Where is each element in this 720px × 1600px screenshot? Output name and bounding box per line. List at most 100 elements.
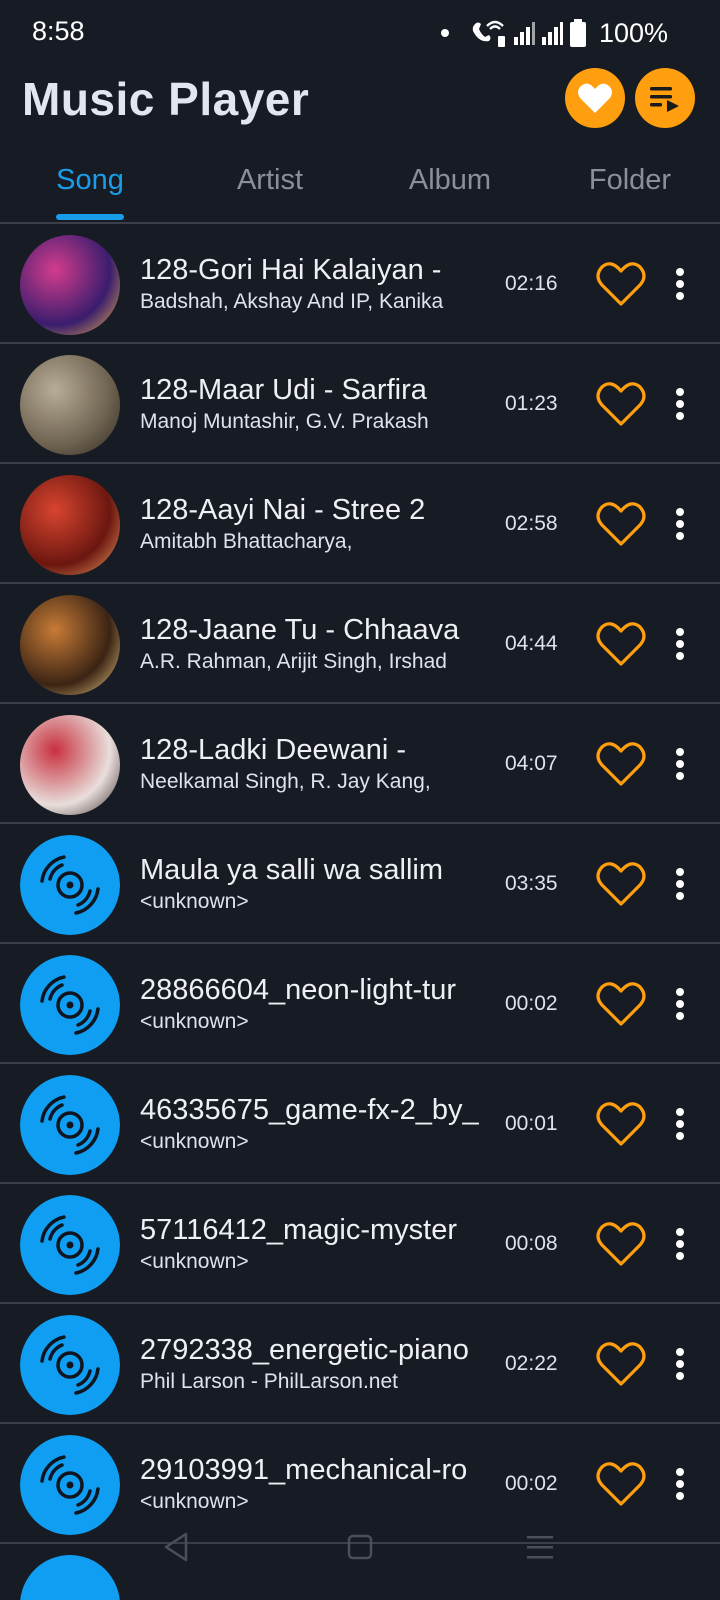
heart-outline-icon[interactable] <box>595 1460 647 1508</box>
recents-icon[interactable] <box>524 1530 556 1564</box>
song-duration: 01:23 <box>505 392 558 415</box>
signal-icon <box>513 22 535 45</box>
song-artist: Badshah, Akshay And IP, Kanika <box>140 290 444 313</box>
song-row[interactable]: 128-Ladki Deewani - Neelkamal Singh, R. J… <box>0 704 720 824</box>
heart-outline-icon[interactable] <box>595 1340 647 1388</box>
tab-artist[interactable]: Artist <box>180 158 360 220</box>
song-title: 128-Jaane Tu - Chhaava <box>140 614 460 646</box>
song-title: 46335675_game-fx-2_by_ <box>140 1094 479 1126</box>
song-duration: 00:08 <box>505 1232 558 1255</box>
app-header: Music Player <box>0 62 720 158</box>
song-row[interactable]: 29103991_mechanical-ro <unknown> 00:02 <box>0 1424 720 1544</box>
song-row[interactable]: 128-Jaane Tu - Chhaava A.R. Rahman, Ariji… <box>0 584 720 704</box>
status-icons: 100% <box>440 16 668 50</box>
song-title: 29103991_mechanical-ro <box>140 1454 468 1486</box>
song-title: 28866604_neon-light-tur <box>140 974 457 1006</box>
playlist-icon <box>650 87 679 112</box>
more-vert-icon[interactable] <box>664 1104 696 1144</box>
song-duration: 00:02 <box>505 992 558 1015</box>
more-vert-icon[interactable] <box>664 264 696 304</box>
disc-icon <box>20 1435 120 1535</box>
heart-outline-icon[interactable] <box>595 860 647 908</box>
album-art <box>20 715 120 815</box>
song-title: 57116412_magic-myster <box>140 1214 458 1246</box>
status-bar: 8:58 100% <box>0 0 720 62</box>
disc-icon <box>20 835 120 935</box>
disc-icon <box>20 1195 120 1295</box>
song-duration: 02:22 <box>505 1352 558 1375</box>
heart-outline-icon[interactable] <box>595 1100 647 1148</box>
song-duration: 04:44 <box>505 632 558 655</box>
song-artist: Manoj Muntashir, G.V. Prakash <box>140 410 429 433</box>
tab-song[interactable]: Song <box>0 158 180 220</box>
song-title: Maula ya salli wa sallim <box>140 854 443 886</box>
song-artist: <unknown> <box>140 1130 249 1153</box>
song-artist: <unknown> <box>140 1490 249 1513</box>
song-duration: 03:35 <box>505 872 558 895</box>
song-row[interactable]: 28866604_neon-light-tur <unknown> 00:02 <box>0 944 720 1064</box>
song-row[interactable]: 57116412_magic-myster <unknown> 00:08 <box>0 1184 720 1304</box>
song-row[interactable]: 2792338_energetic-piano Phil Larson - Phi… <box>0 1304 720 1424</box>
song-artist: Amitabh Bhattacharya, <box>140 530 353 553</box>
heart-icon <box>578 83 612 113</box>
more-vert-icon[interactable] <box>664 504 696 544</box>
more-vert-icon[interactable] <box>664 864 696 904</box>
heart-outline-icon[interactable] <box>595 260 647 308</box>
song-row[interactable]: 128-Gori Hai Kalaiyan - Badshah, Akshay A… <box>0 224 720 344</box>
more-vert-icon[interactable] <box>664 1464 696 1504</box>
battery-icon <box>569 19 586 47</box>
wifi-calling-icon <box>472 20 505 47</box>
album-art <box>20 355 120 455</box>
playlist-button[interactable] <box>635 68 695 128</box>
song-duration: 00:01 <box>505 1112 558 1135</box>
song-row[interactable]: Maula ya salli wa sallim <unknown> 03:35 <box>0 824 720 944</box>
song-artist: <unknown> <box>140 890 249 913</box>
song-title: 128-Maar Udi - Sarfira <box>140 374 427 406</box>
tab-folder[interactable]: Folder <box>540 158 720 220</box>
song-duration: 04:07 <box>505 752 558 775</box>
song-row[interactable]: 128-Aayi Nai - Stree 2 Amitabh Bhattachar… <box>0 464 720 584</box>
tab-bar: Song Artist Album Folder <box>0 158 720 224</box>
song-title: 128-Gori Hai Kalaiyan - <box>140 254 442 286</box>
notification-dot-icon <box>440 29 449 37</box>
page-title: Music Player <box>22 73 310 125</box>
song-duration: 00:02 <box>505 1472 558 1495</box>
heart-outline-icon[interactable] <box>595 500 647 548</box>
status-time: 8:58 <box>32 16 85 46</box>
album-art <box>20 475 120 575</box>
heart-outline-icon[interactable] <box>595 980 647 1028</box>
signal-icon-2 <box>541 22 563 45</box>
disc-icon <box>20 1075 120 1175</box>
song-title: 128-Aayi Nai - Stree 2 <box>140 494 426 526</box>
more-vert-icon[interactable] <box>664 984 696 1024</box>
disc-icon <box>20 955 120 1055</box>
tab-indicator <box>56 214 124 220</box>
song-artist: Neelkamal Singh, R. Jay Kang, <box>140 770 431 793</box>
navigation-bar <box>0 1530 720 1572</box>
song-title: 128-Ladki Deewani - <box>140 734 406 766</box>
more-vert-icon[interactable] <box>664 1344 696 1384</box>
song-duration: 02:58 <box>505 512 558 535</box>
home-icon[interactable] <box>344 1530 376 1564</box>
song-list[interactable]: 128-Gori Hai Kalaiyan - Badshah, Akshay A… <box>0 224 720 1600</box>
song-artist: <unknown> <box>140 1250 249 1273</box>
more-vert-icon[interactable] <box>664 624 696 664</box>
song-artist: <unknown> <box>140 1010 249 1033</box>
song-duration: 02:16 <box>505 272 558 295</box>
song-row[interactable]: 46335675_game-fx-2_by_ <unknown> 00:01 <box>0 1064 720 1184</box>
more-vert-icon[interactable] <box>664 384 696 424</box>
song-artist: A.R. Rahman, Arijit Singh, Irshad <box>140 650 447 673</box>
heart-outline-icon[interactable] <box>595 380 647 428</box>
album-art <box>20 235 120 335</box>
heart-outline-icon[interactable] <box>595 740 647 788</box>
favorites-button[interactable] <box>565 68 625 128</box>
heart-outline-icon[interactable] <box>595 1220 647 1268</box>
song-row[interactable]: 128-Maar Udi - Sarfira Manoj Muntashir, G… <box>0 344 720 464</box>
more-vert-icon[interactable] <box>664 1224 696 1264</box>
more-vert-icon[interactable] <box>664 744 696 784</box>
tab-album[interactable]: Album <box>360 158 540 220</box>
album-art <box>20 595 120 695</box>
disc-icon <box>20 1315 120 1415</box>
heart-outline-icon[interactable] <box>595 620 647 668</box>
back-icon[interactable] <box>160 1530 192 1564</box>
